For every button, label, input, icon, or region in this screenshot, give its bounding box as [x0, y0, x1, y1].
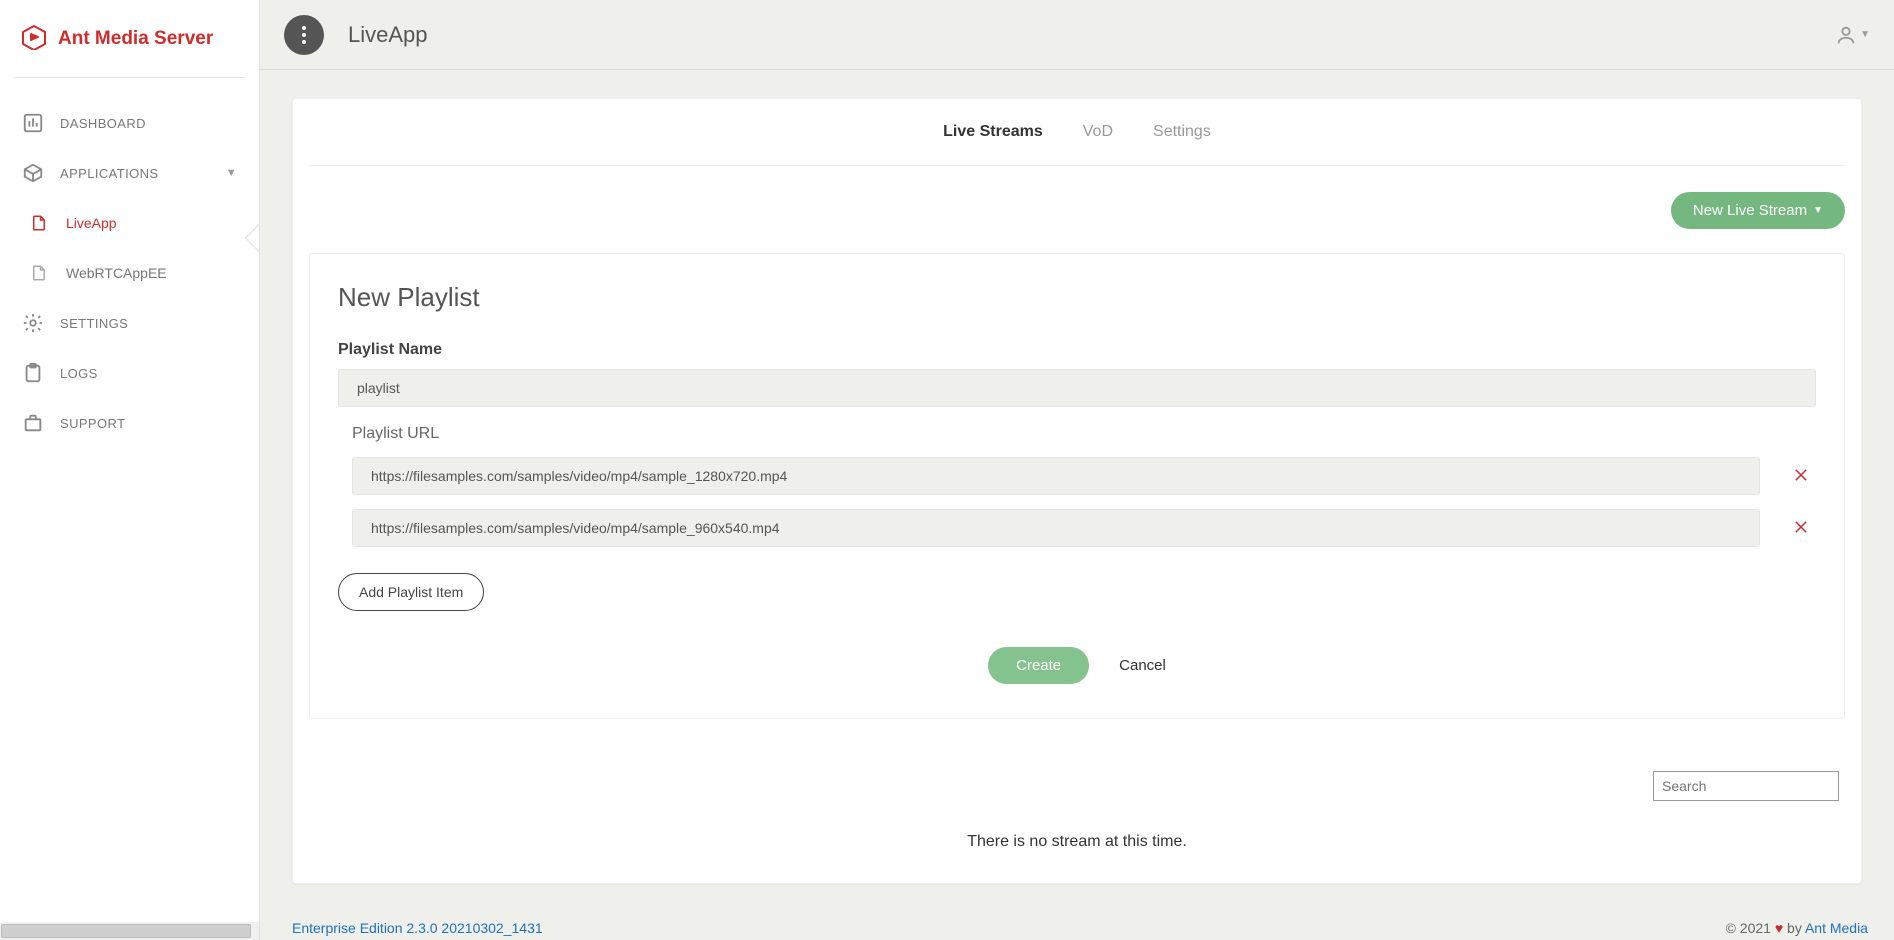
tab-live-streams[interactable]: Live Streams — [943, 119, 1043, 145]
sidebar-item-webrtcappee[interactable]: WebRTCAppEE — [0, 248, 259, 298]
search-row — [309, 771, 1845, 801]
briefcase-icon — [22, 412, 44, 434]
brand[interactable]: Ant Media Server — [0, 0, 259, 77]
chevron-down-icon: ▼ — [226, 167, 237, 179]
chevron-down-icon: ▼ — [1860, 29, 1870, 40]
divider — [14, 77, 245, 78]
sidebar-item-label: Settings — [60, 316, 128, 331]
sidebar-item-label: Support — [60, 416, 125, 431]
actions-row: New Live Stream ▼ — [309, 166, 1845, 229]
empty-message: There is no stream at this time. — [309, 801, 1845, 859]
horizontal-scrollbar[interactable] — [0, 922, 259, 940]
user-menu[interactable]: ▼ — [1835, 24, 1870, 46]
cancel-button[interactable]: Cancel — [1119, 657, 1166, 674]
playlist-url-row — [338, 457, 1816, 495]
panel-title: New Playlist — [338, 282, 1816, 313]
file-icon — [28, 212, 50, 234]
close-icon — [1792, 518, 1810, 536]
sidebar-item-label: LiveApp — [66, 215, 117, 231]
scrollbar-thumb[interactable] — [1, 924, 251, 938]
panel-actions: Create Cancel — [338, 647, 1816, 684]
main: LiveApp ▼ Live Streams VoD Settings New … — [260, 0, 1894, 940]
sidebar-item-liveapp[interactable]: LiveApp — [0, 198, 259, 248]
dashboard-icon — [22, 112, 44, 134]
topbar: LiveApp ▼ — [260, 0, 1894, 70]
content: Live Streams VoD Settings New Live Strea… — [260, 70, 1894, 940]
playlist-url-row — [338, 509, 1816, 547]
nav-list: Dashboard Applications ▼ LiveApp WebRTCA… — [0, 98, 259, 448]
tabs: Live Streams VoD Settings — [309, 99, 1845, 166]
sidebar-item-label: Logs — [60, 366, 98, 381]
playlist-url-input[interactable] — [352, 457, 1760, 495]
by-text: by — [1783, 920, 1805, 936]
tab-vod[interactable]: VoD — [1083, 119, 1113, 145]
button-label: New Live Stream — [1693, 202, 1807, 219]
more-menu-button[interactable] — [284, 15, 324, 55]
brand-name: Ant Media Server — [58, 28, 213, 50]
sidebar-item-label: Applications — [60, 166, 158, 181]
more-vertical-icon — [302, 26, 306, 44]
playlist-url-input[interactable] — [352, 509, 1760, 547]
search-input[interactable] — [1653, 771, 1839, 801]
playlist-name-label: Playlist Name — [338, 341, 1816, 359]
page-title: LiveApp — [348, 22, 428, 48]
sidebar-item-support[interactable]: Support — [0, 398, 259, 448]
version-link[interactable]: Enterprise Edition 2.3.0 20210302_1431 — [292, 920, 543, 936]
sidebar-item-label: WebRTCAppEE — [66, 265, 167, 281]
sidebar-item-logs[interactable]: Logs — [0, 348, 259, 398]
sidebar-item-label: Dashboard — [60, 116, 146, 131]
heart-icon: ♥ — [1775, 920, 1783, 936]
close-icon — [1792, 466, 1810, 484]
logo-icon — [20, 24, 48, 53]
copyright-text: © 2021 — [1726, 920, 1775, 936]
file-icon — [28, 262, 50, 284]
sidebar-item-applications[interactable]: Applications ▼ — [0, 148, 259, 198]
remove-url-button[interactable] — [1786, 460, 1816, 493]
sidebar-item-dashboard[interactable]: Dashboard — [0, 98, 259, 148]
company-link[interactable]: Ant Media — [1805, 920, 1868, 936]
card: Live Streams VoD Settings New Live Strea… — [292, 98, 1862, 884]
chevron-down-icon: ▼ — [1813, 205, 1823, 216]
box-icon — [22, 162, 44, 184]
tab-settings[interactable]: Settings — [1153, 119, 1211, 145]
remove-url-button[interactable] — [1786, 512, 1816, 545]
new-live-stream-button[interactable]: New Live Stream ▼ — [1671, 192, 1845, 229]
clipboard-icon — [22, 362, 44, 384]
sidebar: Ant Media Server Dashboard Applications … — [0, 0, 260, 940]
playlist-url-label: Playlist URL — [352, 425, 1816, 443]
sidebar-item-settings[interactable]: Settings — [0, 298, 259, 348]
new-playlist-panel: New Playlist Playlist Name Playlist URL — [309, 253, 1845, 719]
user-icon — [1835, 24, 1857, 46]
footer: Enterprise Edition 2.3.0 20210302_1431 ©… — [260, 916, 1894, 940]
gear-icon — [22, 312, 44, 334]
create-button[interactable]: Create — [988, 647, 1089, 684]
copyright: © 2021 ♥ by Ant Media — [1726, 920, 1868, 936]
playlist-name-input[interactable] — [338, 369, 1816, 407]
add-playlist-item-button[interactable]: Add Playlist Item — [338, 573, 484, 611]
